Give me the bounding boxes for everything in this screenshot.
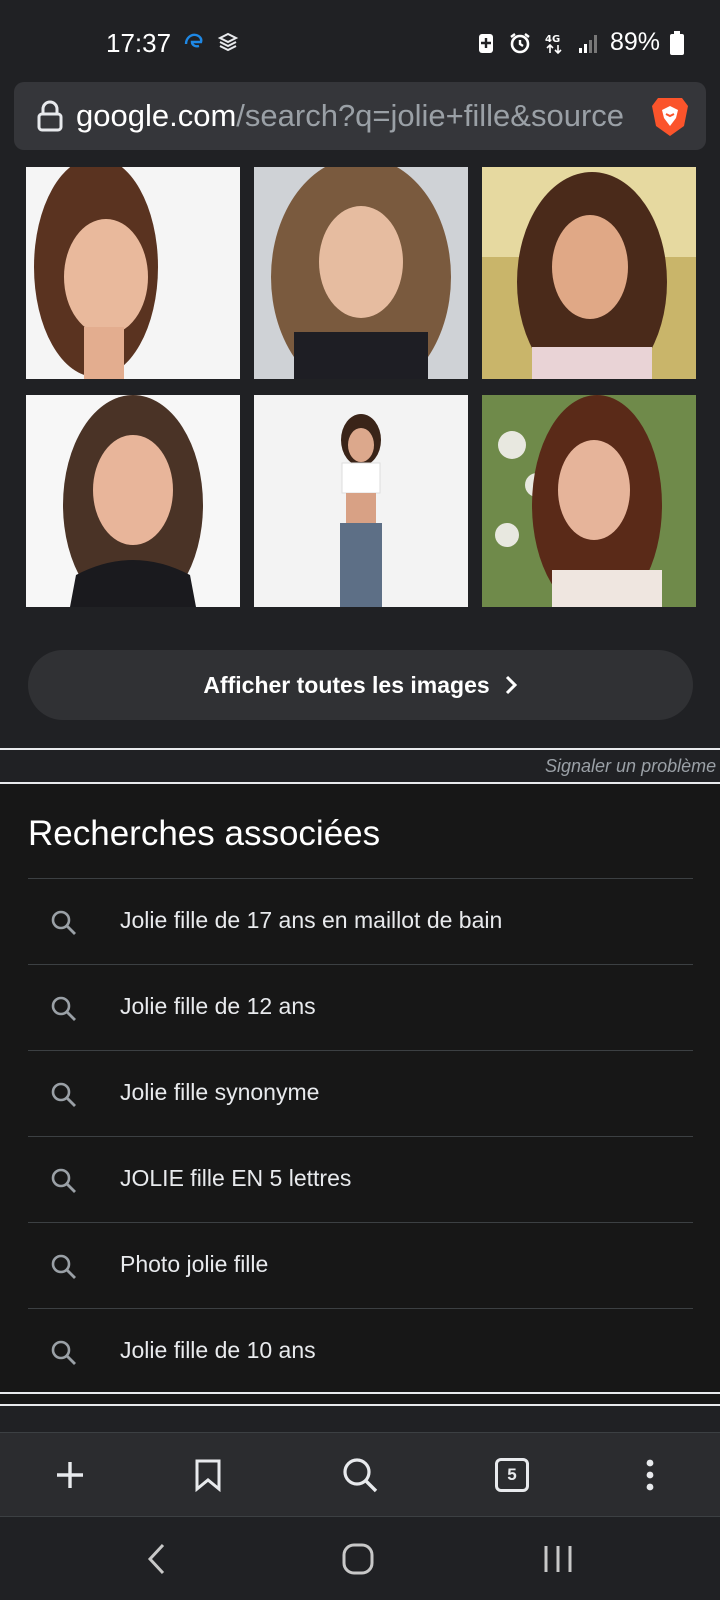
bookmarks-button[interactable] bbox=[184, 1451, 232, 1499]
tabs-button[interactable]: 5 bbox=[488, 1451, 536, 1499]
related-search-label: JOLIE fille EN 5 lettres bbox=[120, 1165, 352, 1191]
image-result-1[interactable] bbox=[26, 167, 240, 379]
show-all-images-label: Afficher toutes les images bbox=[203, 671, 490, 698]
status-time: 17:37 bbox=[106, 28, 172, 58]
more-vertical-icon bbox=[646, 1459, 654, 1491]
section-gap bbox=[0, 1394, 720, 1404]
search-button[interactable] bbox=[336, 1451, 384, 1499]
search-icon bbox=[51, 1340, 76, 1365]
edge-icon bbox=[184, 33, 203, 48]
search-icon bbox=[343, 1458, 378, 1493]
search-icon bbox=[51, 1254, 76, 1279]
status-left-icons bbox=[182, 30, 240, 54]
url-bar[interactable]: google.com/search?q=jolie+fille&source bbox=[14, 82, 706, 150]
search-icon bbox=[51, 910, 76, 935]
system-navigation bbox=[0, 1516, 720, 1600]
related-search-label: Photo jolie fille bbox=[120, 1251, 269, 1277]
search-icon bbox=[51, 1168, 76, 1193]
recents-button[interactable] bbox=[536, 1537, 580, 1581]
url-text[interactable]: google.com/search?q=jolie+fille&source bbox=[76, 98, 636, 134]
related-search-item[interactable]: Jolie fille de 12 ans bbox=[28, 964, 693, 1050]
back-chevron-icon bbox=[147, 1543, 165, 1575]
search-icon bbox=[51, 1082, 76, 1107]
image-result-3[interactable] bbox=[482, 167, 696, 379]
signal-icon bbox=[578, 34, 597, 53]
status-right: 4G 89% bbox=[474, 28, 684, 57]
image-result-2[interactable] bbox=[254, 167, 468, 379]
status-bar: 17:37 4G 89% bbox=[0, 0, 720, 80]
home-button[interactable] bbox=[336, 1537, 380, 1581]
related-search-item[interactable]: Jolie fille de 17 ans en maillot de bain bbox=[28, 878, 693, 964]
new-tab-button[interactable] bbox=[46, 1451, 94, 1499]
related-search-label: Jolie fille de 17 ans en maillot de bain bbox=[120, 907, 503, 933]
battery-icon bbox=[670, 30, 684, 55]
svg-text:4G: 4G bbox=[545, 34, 560, 45]
show-all-images-button[interactable]: Afficher toutes les images bbox=[28, 650, 693, 720]
related-search-label: Jolie fille de 12 ans bbox=[120, 993, 316, 1019]
plus-icon bbox=[57, 1462, 83, 1488]
related-search-item[interactable]: Jolie fille de 10 ans bbox=[28, 1308, 693, 1394]
home-icon bbox=[342, 1543, 374, 1575]
bookmark-icon bbox=[195, 1459, 221, 1492]
tab-count: 5 bbox=[495, 1458, 529, 1492]
battery-percent: 89% bbox=[609, 28, 660, 56]
related-search-item[interactable]: Jolie fille synonyme bbox=[28, 1050, 693, 1136]
battery-saver-icon bbox=[478, 33, 493, 53]
recents-icon bbox=[544, 1546, 572, 1572]
menu-button[interactable] bbox=[626, 1451, 674, 1499]
image-result-6[interactable] bbox=[482, 395, 696, 607]
related-searches-title: Recherches associées bbox=[28, 814, 381, 853]
brave-shields-icon[interactable] bbox=[650, 94, 690, 138]
image-result-4[interactable] bbox=[26, 395, 240, 607]
report-problem-link[interactable]: Signaler un problème bbox=[545, 756, 716, 777]
related-searches: Recherches associées Jolie fille de 17 a… bbox=[0, 784, 720, 1392]
search-icon bbox=[51, 996, 76, 1021]
related-search-label: Jolie fille de 10 ans bbox=[120, 1337, 316, 1363]
related-searches-list: Jolie fille de 17 ans en maillot de bain… bbox=[28, 878, 693, 1394]
related-search-label: Jolie fille synonyme bbox=[120, 1079, 320, 1105]
section-divider bbox=[0, 1404, 720, 1406]
app-stack-icon bbox=[217, 32, 239, 52]
lock-icon bbox=[37, 100, 63, 132]
browser-toolbar: 5 bbox=[0, 1432, 720, 1516]
url-host: google.com bbox=[76, 98, 237, 133]
alarm-icon bbox=[510, 32, 530, 53]
related-search-item[interactable]: Photo jolie fille bbox=[28, 1222, 693, 1308]
back-button[interactable] bbox=[134, 1537, 178, 1581]
url-path: /search?q=jolie+fille&source bbox=[236, 98, 625, 133]
image-result-5[interactable] bbox=[254, 395, 468, 607]
chevron-right-icon bbox=[505, 675, 517, 695]
related-search-item[interactable]: JOLIE fille EN 5 lettres bbox=[28, 1136, 693, 1222]
network-4g-icon: 4G bbox=[545, 34, 562, 54]
